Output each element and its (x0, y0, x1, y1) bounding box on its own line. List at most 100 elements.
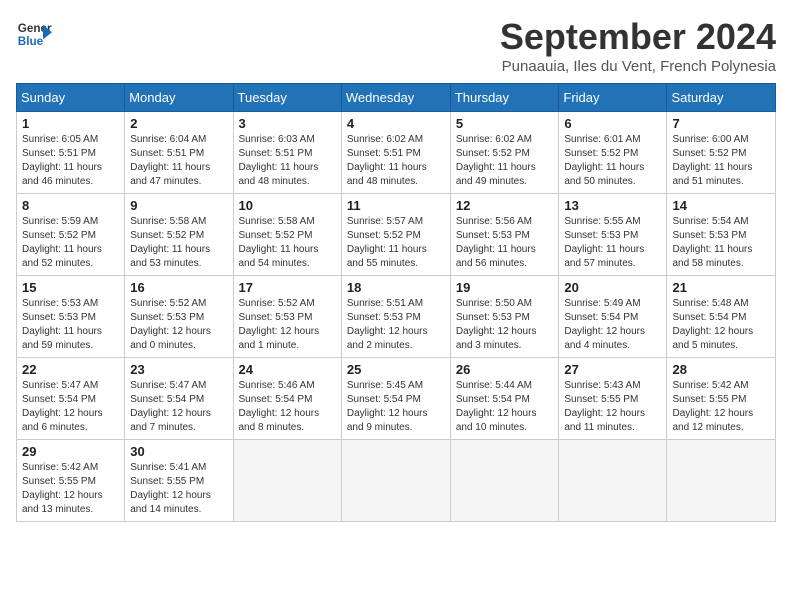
calendar-cell: 8Sunrise: 5:59 AM Sunset: 5:52 PM Daylig… (17, 194, 125, 276)
day-detail: Sunrise: 5:53 AM Sunset: 5:53 PM Dayligh… (22, 297, 119, 353)
day-number: 6 (564, 116, 661, 131)
day-number: 17 (239, 280, 336, 295)
day-detail: Sunrise: 5:52 AM Sunset: 5:53 PM Dayligh… (130, 297, 227, 353)
calendar-cell: 2Sunrise: 6:04 AM Sunset: 5:51 PM Daylig… (125, 112, 233, 194)
day-number: 5 (456, 116, 554, 131)
calendar-cell: 18 Sunrise: 5:51 AM Sunset: 5:53 PM Dayli… (341, 276, 450, 358)
day-detail: Sunrise: 5:47 AM Sunset: 5:54 PM Dayligh… (22, 379, 119, 435)
week-row-4: 22 Sunrise: 5:47 AM Sunset: 5:54 PM Dayli… (17, 358, 776, 440)
day-detail: Sunrise: 5:44 AM Sunset: 5:54 PM Dayligh… (456, 379, 554, 435)
title-area: September 2024 Punaauia, Iles du Vent, F… (500, 16, 776, 75)
day-number: 20 (564, 280, 661, 295)
day-number: 29 (22, 444, 119, 459)
day-detail: Sunrise: 6:01 AM Sunset: 5:52 PM Dayligh… (564, 133, 661, 189)
calendar-title: September 2024 (500, 16, 776, 58)
calendar-subtitle: Punaauia, Iles du Vent, French Polynesia (500, 58, 776, 75)
calendar-cell: 29 Sunrise: 5:42 AM Sunset: 5:55 PM Dayli… (17, 440, 125, 522)
calendar-cell: 1 Sunrise: 6:05 AM Sunset: 5:51 PM Daylig… (17, 112, 125, 194)
day-detail: Sunrise: 5:42 AM Sunset: 5:55 PM Dayligh… (22, 461, 119, 517)
calendar-cell: 19Sunrise: 5:50 AM Sunset: 5:53 PM Dayli… (450, 276, 559, 358)
calendar-cell: 5Sunrise: 6:02 AM Sunset: 5:52 PM Daylig… (450, 112, 559, 194)
day-detail: Sunrise: 5:58 AM Sunset: 5:52 PM Dayligh… (130, 215, 227, 271)
day-header-wednesday: Wednesday (341, 84, 450, 112)
calendar-cell: 6 Sunrise: 6:01 AM Sunset: 5:52 PM Daylig… (559, 112, 667, 194)
day-detail: Sunrise: 6:00 AM Sunset: 5:52 PM Dayligh… (672, 133, 770, 189)
calendar-cell: 27 Sunrise: 5:43 AM Sunset: 5:55 PM Dayli… (559, 358, 667, 440)
calendar-cell: 14 Sunrise: 5:54 AM Sunset: 5:53 PM Dayli… (667, 194, 776, 276)
day-header-tuesday: Tuesday (233, 84, 341, 112)
day-header-sunday: Sunday (17, 84, 125, 112)
day-detail: Sunrise: 5:54 AM Sunset: 5:53 PM Dayligh… (672, 215, 770, 271)
calendar-cell: 13 Sunrise: 5:55 AM Sunset: 5:53 PM Dayli… (559, 194, 667, 276)
calendar-cell: 24 Sunrise: 5:46 AM Sunset: 5:54 PM Dayli… (233, 358, 341, 440)
day-number: 11 (347, 198, 445, 213)
day-number: 9 (130, 198, 227, 213)
calendar-cell (450, 440, 559, 522)
day-header-saturday: Saturday (667, 84, 776, 112)
calendar-cell: 30Sunrise: 5:41 AM Sunset: 5:55 PM Dayli… (125, 440, 233, 522)
day-number: 28 (672, 362, 770, 377)
day-number: 4 (347, 116, 445, 131)
calendar-cell: 23Sunrise: 5:47 AM Sunset: 5:54 PM Dayli… (125, 358, 233, 440)
calendar-table: SundayMondayTuesdayWednesdayThursdayFrid… (16, 83, 776, 522)
day-detail: Sunrise: 5:48 AM Sunset: 5:54 PM Dayligh… (672, 297, 770, 353)
day-number: 22 (22, 362, 119, 377)
day-detail: Sunrise: 6:04 AM Sunset: 5:51 PM Dayligh… (130, 133, 227, 189)
week-row-5: 29 Sunrise: 5:42 AM Sunset: 5:55 PM Dayli… (17, 440, 776, 522)
day-detail: Sunrise: 5:49 AM Sunset: 5:54 PM Dayligh… (564, 297, 661, 353)
day-number: 12 (456, 198, 554, 213)
day-number: 3 (239, 116, 336, 131)
calendar-cell (341, 440, 450, 522)
day-detail: Sunrise: 5:43 AM Sunset: 5:55 PM Dayligh… (564, 379, 661, 435)
calendar-cell (233, 440, 341, 522)
day-detail: Sunrise: 6:03 AM Sunset: 5:51 PM Dayligh… (239, 133, 336, 189)
day-number: 14 (672, 198, 770, 213)
day-detail: Sunrise: 5:56 AM Sunset: 5:53 PM Dayligh… (456, 215, 554, 271)
day-detail: Sunrise: 5:42 AM Sunset: 5:55 PM Dayligh… (672, 379, 770, 435)
calendar-cell: 10 Sunrise: 5:58 AM Sunset: 5:52 PM Dayli… (233, 194, 341, 276)
day-detail: Sunrise: 6:05 AM Sunset: 5:51 PM Dayligh… (22, 133, 119, 189)
day-detail: Sunrise: 5:47 AM Sunset: 5:54 PM Dayligh… (130, 379, 227, 435)
day-detail: Sunrise: 5:55 AM Sunset: 5:53 PM Dayligh… (564, 215, 661, 271)
calendar-cell: 4Sunrise: 6:02 AM Sunset: 5:51 PM Daylig… (341, 112, 450, 194)
days-header-row: SundayMondayTuesdayWednesdayThursdayFrid… (17, 84, 776, 112)
week-row-3: 15Sunrise: 5:53 AM Sunset: 5:53 PM Dayli… (17, 276, 776, 358)
day-number: 26 (456, 362, 554, 377)
day-number: 18 (347, 280, 445, 295)
day-detail: Sunrise: 5:46 AM Sunset: 5:54 PM Dayligh… (239, 379, 336, 435)
calendar-cell: 26 Sunrise: 5:44 AM Sunset: 5:54 PM Dayli… (450, 358, 559, 440)
day-number: 27 (564, 362, 661, 377)
day-detail: Sunrise: 5:51 AM Sunset: 5:53 PM Dayligh… (347, 297, 445, 353)
calendar-cell: 16 Sunrise: 5:52 AM Sunset: 5:53 PM Dayli… (125, 276, 233, 358)
calendar-cell (559, 440, 667, 522)
page-header: General Blue September 2024 Punaauia, Il… (16, 16, 776, 75)
day-number: 1 (22, 116, 119, 131)
day-detail: Sunrise: 5:58 AM Sunset: 5:52 PM Dayligh… (239, 215, 336, 271)
calendar-cell: 3 Sunrise: 6:03 AM Sunset: 5:51 PM Daylig… (233, 112, 341, 194)
logo: General Blue (16, 16, 52, 52)
day-number: 21 (672, 280, 770, 295)
day-number: 24 (239, 362, 336, 377)
week-row-1: 1 Sunrise: 6:05 AM Sunset: 5:51 PM Daylig… (17, 112, 776, 194)
calendar-cell: 22 Sunrise: 5:47 AM Sunset: 5:54 PM Dayli… (17, 358, 125, 440)
day-detail: Sunrise: 5:41 AM Sunset: 5:55 PM Dayligh… (130, 461, 227, 517)
day-number: 16 (130, 280, 227, 295)
day-number: 13 (564, 198, 661, 213)
day-header-thursday: Thursday (450, 84, 559, 112)
week-row-2: 8Sunrise: 5:59 AM Sunset: 5:52 PM Daylig… (17, 194, 776, 276)
calendar-cell: 12 Sunrise: 5:56 AM Sunset: 5:53 PM Dayli… (450, 194, 559, 276)
day-detail: Sunrise: 5:59 AM Sunset: 5:52 PM Dayligh… (22, 215, 119, 271)
calendar-cell: 25Sunrise: 5:45 AM Sunset: 5:54 PM Dayli… (341, 358, 450, 440)
day-detail: Sunrise: 5:52 AM Sunset: 5:53 PM Dayligh… (239, 297, 336, 353)
day-detail: Sunrise: 5:57 AM Sunset: 5:52 PM Dayligh… (347, 215, 445, 271)
logo-icon: General Blue (16, 16, 52, 52)
day-number: 10 (239, 198, 336, 213)
calendar-cell (667, 440, 776, 522)
svg-text:Blue: Blue (18, 35, 44, 48)
calendar-cell: 9 Sunrise: 5:58 AM Sunset: 5:52 PM Daylig… (125, 194, 233, 276)
calendar-cell: 28 Sunrise: 5:42 AM Sunset: 5:55 PM Dayli… (667, 358, 776, 440)
day-header-friday: Friday (559, 84, 667, 112)
calendar-cell: 21 Sunrise: 5:48 AM Sunset: 5:54 PM Dayli… (667, 276, 776, 358)
day-number: 7 (672, 116, 770, 131)
day-detail: Sunrise: 5:50 AM Sunset: 5:53 PM Dayligh… (456, 297, 554, 353)
